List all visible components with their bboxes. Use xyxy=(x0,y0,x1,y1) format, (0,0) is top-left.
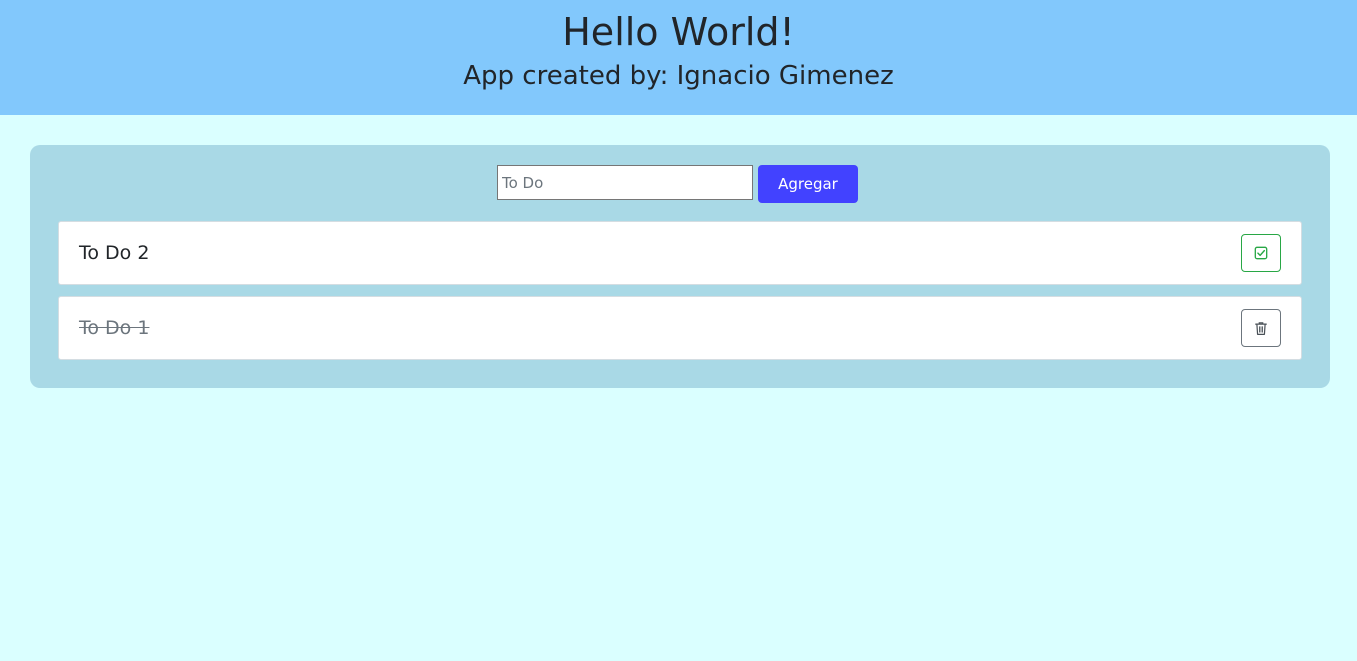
page-subtitle: App created by: Ignacio Gimenez xyxy=(463,61,894,91)
todo-input[interactable] xyxy=(497,165,753,200)
page-title: Hello World! xyxy=(562,10,795,54)
todo-text: To Do 2 xyxy=(79,242,150,264)
todo-item: To Do 2 xyxy=(58,221,1302,285)
app-header: Hello World! App created by: Ignacio Gim… xyxy=(0,0,1357,115)
complete-button[interactable] xyxy=(1241,234,1281,272)
add-button[interactable]: Agregar xyxy=(758,165,858,203)
todo-text: To Do 1 xyxy=(79,317,150,339)
todo-list: To Do 2 To Do 1 xyxy=(58,221,1302,371)
delete-button[interactable] xyxy=(1241,309,1281,347)
trash-icon xyxy=(1253,320,1269,336)
todo-panel: Agregar To Do 2 To Do 1 xyxy=(30,145,1330,388)
add-todo-form: Agregar xyxy=(497,165,858,203)
todo-item: To Do 1 xyxy=(58,296,1302,360)
check-square-icon xyxy=(1253,245,1269,261)
